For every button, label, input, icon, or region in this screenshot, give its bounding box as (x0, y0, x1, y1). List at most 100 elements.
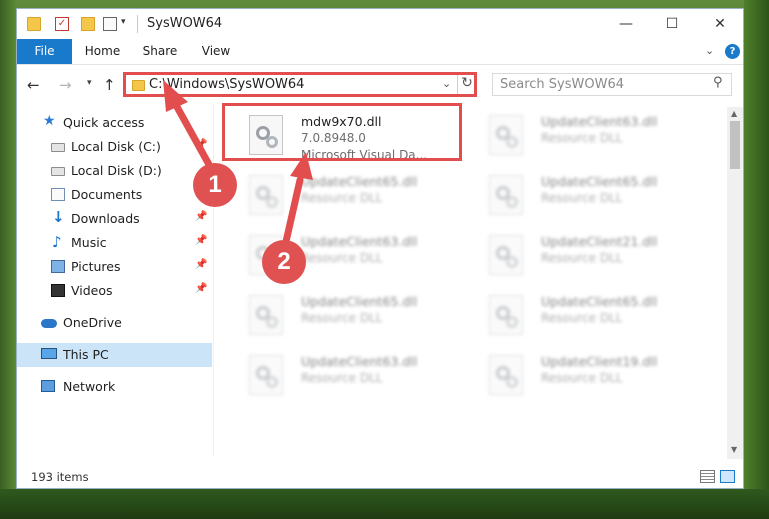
pin-icon[interactable]: 📌 (195, 139, 207, 150)
sidebar-item-label: Videos (71, 283, 113, 298)
title-bar: ✓ ▾ SysWOW64 — ☐ ✕ (17, 9, 743, 39)
dll-file-icon (249, 295, 283, 335)
sidebar-item-documents[interactable]: Documents 📌 (17, 183, 212, 207)
tab-view[interactable]: View (193, 39, 239, 64)
dll-file-icon (489, 355, 523, 395)
maximize-button[interactable]: ☐ (649, 9, 695, 39)
pin-icon[interactable]: 📌 (195, 211, 207, 222)
properties-check-icon[interactable]: ✓ (55, 17, 69, 31)
file-name: UpdateClient65.dll (541, 294, 658, 309)
pin-icon[interactable]: 📌 (195, 235, 207, 246)
sidebar-item-label: Local Disk (D:) (71, 163, 162, 178)
file-explorer-window: ✓ ▾ SysWOW64 — ☐ ✕ File Home Share View … (16, 8, 744, 489)
sidebar-item-quick-access[interactable]: ★ Quick access (17, 111, 212, 135)
file-description: Resource DLL (541, 251, 623, 265)
sidebar-item-network[interactable]: Network (17, 375, 212, 399)
tiles-view-icon[interactable] (720, 470, 735, 483)
search-icon[interactable]: ⚲ (713, 75, 723, 90)
file-description: Resource DLL (541, 311, 623, 325)
customize-toolbar-chevron-icon[interactable]: ▾ (121, 17, 126, 27)
file-description: Resource DLL (541, 131, 623, 145)
network-icon (41, 380, 55, 392)
address-divider (457, 75, 458, 94)
item-count: 193 items (31, 470, 89, 484)
cloud-icon (41, 319, 57, 328)
address-dropdown-chevron-icon[interactable]: ⌄ (442, 77, 451, 90)
file-item[interactable]: UpdateClient63.dll Resource DLL (237, 349, 463, 407)
pin-icon[interactable]: 📌 (195, 283, 207, 294)
address-bar[interactable]: C:\Windows\SysWOW64 ⌄ ↻ (123, 72, 477, 97)
sidebar-item-this-pc[interactable]: This PC (17, 343, 212, 367)
dll-file-icon (489, 115, 523, 155)
dll-file-icon (489, 175, 523, 215)
file-item[interactable]: UpdateClient65.dll Resource DLL (237, 169, 463, 227)
title-divider (137, 15, 138, 33)
sidebar-item-label: Network (63, 379, 116, 394)
annotation-marker-2: 2 (262, 240, 306, 284)
sidebar-item-local-disk-d[interactable]: Local Disk (D:) (17, 159, 212, 183)
file-name: UpdateClient65.dll (541, 174, 658, 189)
file-item[interactable]: UpdateClient63.dll Resource DLL (477, 109, 703, 167)
sidebar-item-label: Downloads (71, 211, 140, 226)
sidebar-item-music[interactable]: ♪ Music 📌 (17, 231, 212, 255)
file-description: Resource DLL (541, 371, 623, 385)
back-button[interactable]: ← (27, 76, 40, 94)
file-item[interactable]: UpdateClient65.dll Resource DLL (477, 169, 703, 227)
videos-icon (51, 284, 65, 297)
file-item[interactable]: UpdateClient65.dll Resource DLL (477, 289, 703, 347)
search-input[interactable]: Search SysWOW64 ⚲ (492, 73, 732, 96)
expand-ribbon-chevron-icon[interactable]: ⌄ (705, 44, 714, 57)
details-view-icon[interactable] (700, 470, 715, 483)
sidebar-item-label: This PC (63, 347, 109, 362)
minimize-button[interactable]: — (603, 9, 649, 39)
file-item[interactable]: UpdateClient21.dll Resource DLL (477, 229, 703, 287)
scroll-up-icon[interactable]: ▲ (731, 109, 737, 118)
file-item[interactable]: UpdateClient65.dll Resource DLL (237, 289, 463, 347)
file-item[interactable]: UpdateClient19.dll Resource DLL (477, 349, 703, 407)
search-placeholder: Search SysWOW64 (500, 77, 624, 92)
documents-icon (51, 188, 65, 201)
scroll-down-icon[interactable]: ▼ (731, 445, 737, 454)
dll-file-icon (489, 235, 523, 275)
desktop-background-left (0, 0, 16, 519)
drive-icon (51, 167, 65, 176)
sidebar-item-onedrive[interactable]: OneDrive (17, 311, 212, 335)
help-icon[interactable]: ? (725, 44, 740, 59)
quick-access-properties-icon[interactable] (103, 17, 117, 31)
tab-share[interactable]: Share (135, 39, 185, 64)
download-icon: ↓ (52, 208, 65, 226)
file-description: Resource DLL (301, 311, 383, 325)
file-name: UpdateClient21.dll (541, 234, 658, 249)
sidebar-item-label: Quick access (63, 115, 145, 130)
address-path[interactable]: C:\Windows\SysWOW64 (149, 77, 304, 92)
navigation-pane: ★ Quick access Local Disk (C:) 📌 Local D… (17, 109, 212, 461)
tab-file[interactable]: File (17, 39, 72, 64)
sidebar-item-downloads[interactable]: ↓ Downloads 📌 (17, 207, 212, 231)
sidebar-item-videos[interactable]: Videos 📌 (17, 279, 212, 303)
pictures-icon (51, 260, 65, 273)
sidebar-item-local-disk-c[interactable]: Local Disk (C:) 📌 (17, 135, 212, 159)
window-title: SysWOW64 (147, 16, 223, 31)
music-icon: ♪ (52, 233, 62, 251)
forward-button[interactable]: → (59, 76, 72, 94)
sidebar-item-label: OneDrive (63, 315, 122, 330)
file-description: Resource DLL (301, 251, 383, 265)
sidebar-item-label: Pictures (71, 259, 121, 274)
up-button[interactable]: ↑ (103, 76, 116, 94)
recent-locations-chevron-icon[interactable]: ▾ (87, 78, 92, 88)
tab-home[interactable]: Home (75, 39, 130, 64)
file-name: UpdateClient65.dll (301, 174, 418, 189)
vertical-scrollbar[interactable]: ▲ ▼ (727, 107, 743, 459)
file-name: UpdateClient63.dll (301, 234, 418, 249)
new-folder-icon[interactable] (81, 17, 95, 31)
folder-icon (27, 17, 41, 31)
close-button[interactable]: ✕ (697, 9, 743, 39)
file-name: UpdateClient65.dll (301, 294, 418, 309)
dll-file-icon (249, 355, 283, 395)
refresh-icon[interactable]: ↻ (459, 75, 475, 91)
scrollbar-thumb[interactable] (730, 121, 740, 169)
dll-file-icon (489, 295, 523, 335)
ribbon-tabs: File Home Share View ⌄ ? (17, 39, 743, 65)
pin-icon[interactable]: 📌 (195, 259, 207, 270)
sidebar-item-pictures[interactable]: Pictures 📌 (17, 255, 212, 279)
